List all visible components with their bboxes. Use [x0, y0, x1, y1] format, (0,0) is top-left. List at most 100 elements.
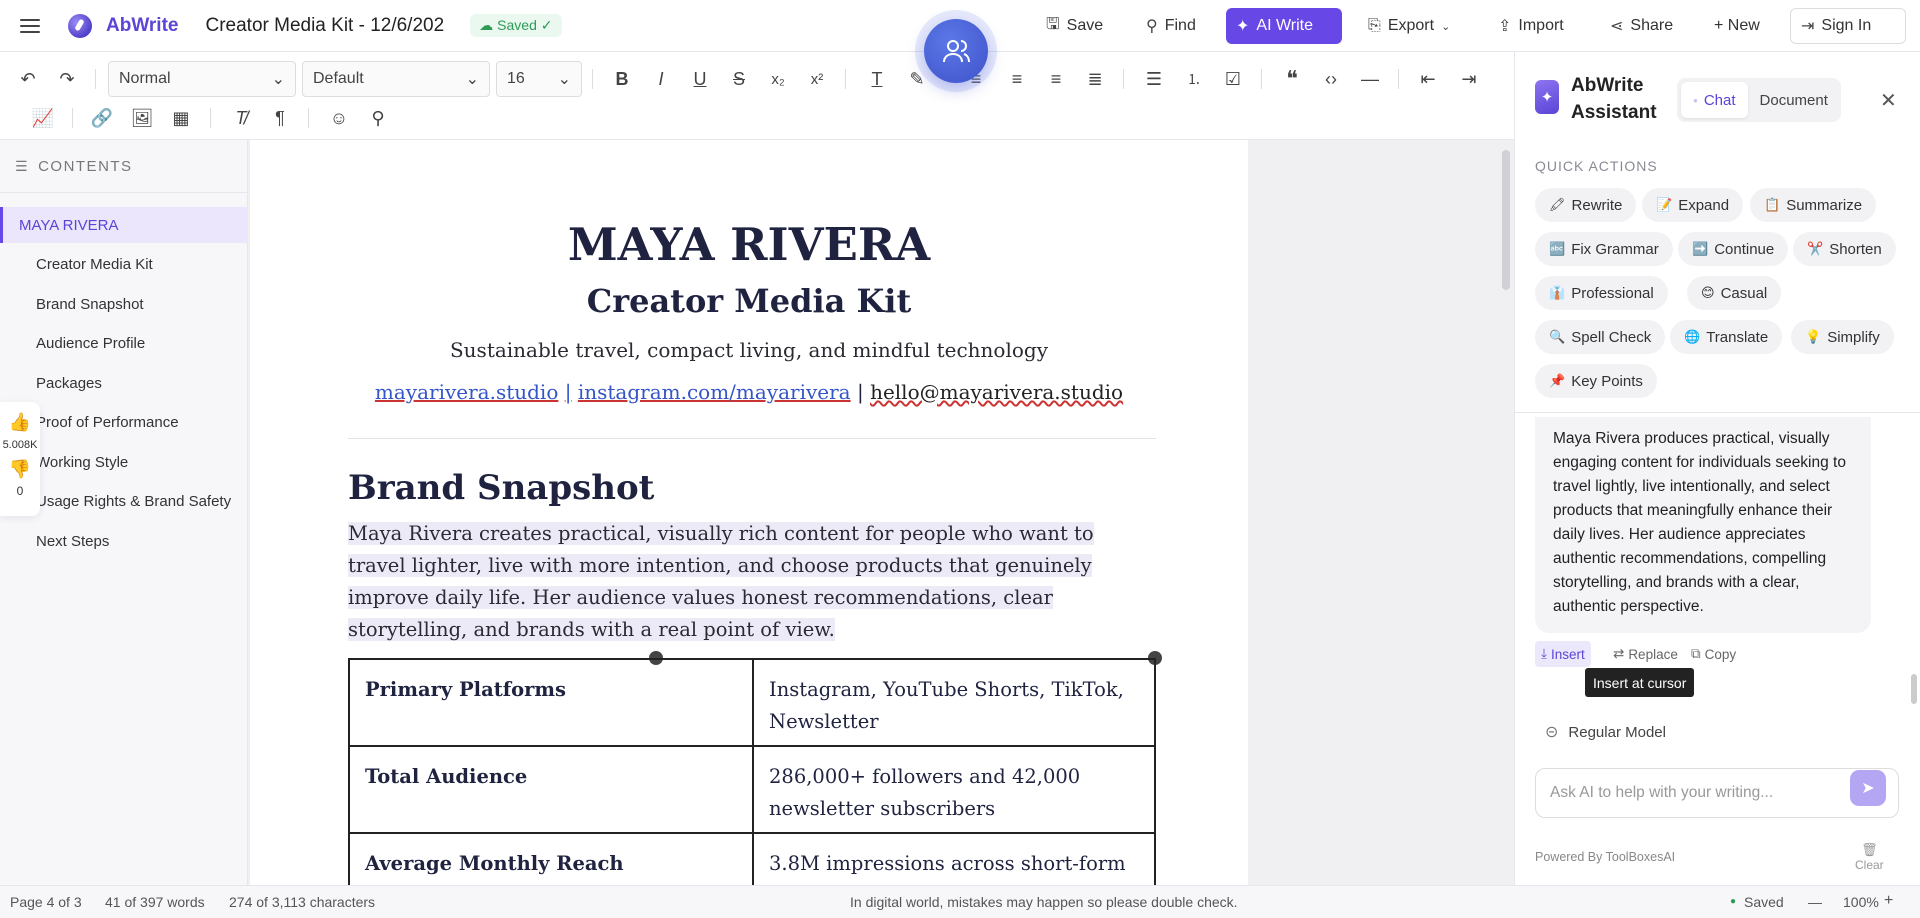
toc-item-packages[interactable]: Packages — [0, 365, 248, 401]
toc-item-audience-profile[interactable]: Audience Profile — [0, 325, 248, 361]
quick-action-professional[interactable]: 👔 Professional — [1535, 276, 1668, 310]
pilcrow-icon[interactable]: ¶ — [266, 104, 294, 132]
link-icon[interactable]: 🔗 — [88, 104, 116, 132]
toc-item-brand-snapshot[interactable]: Brand Snapshot — [0, 286, 248, 322]
clear-button[interactable]: 🗑 Clear — [1855, 842, 1884, 872]
outdent-icon[interactable]: ⇤ — [1414, 65, 1442, 93]
align-right-icon[interactable]: ≡ — [1042, 65, 1070, 93]
checklist-icon[interactable]: ☑ — [1219, 65, 1247, 93]
email-text[interactable]: hello@mayarivera.studio — [870, 380, 1123, 404]
send-button[interactable]: ➤ — [1850, 770, 1886, 806]
chart-icon[interactable]: 📈 — [29, 104, 57, 132]
quick-action-continue[interactable]: ➡️ Continue — [1678, 232, 1789, 266]
menu-icon[interactable] — [20, 18, 40, 33]
superscript-icon[interactable]: x² — [803, 65, 831, 93]
strikethrough-icon[interactable]: S — [725, 65, 753, 93]
trash-icon: 🗑 — [1861, 842, 1878, 857]
table-icon[interactable]: ▦ — [167, 104, 195, 132]
document-tagline[interactable]: Sustainable travel, compact living, and … — [250, 338, 1248, 362]
insert-button[interactable]: ⤓ Insert — [1535, 641, 1591, 667]
bold-icon[interactable]: B — [608, 65, 636, 93]
table-cell-key[interactable]: Average Monthly Reach — [348, 832, 754, 885]
quick-action-spell-check[interactable]: 🔍 Spell Check — [1535, 320, 1666, 354]
save-button[interactable]: 🖫 Save — [1036, 8, 1113, 44]
blockquote-icon[interactable]: ❝ — [1278, 65, 1306, 93]
word-count: 41 of 397 words — [105, 894, 205, 910]
table-cell-value[interactable]: Instagram, YouTube Shorts, TikTok, Newsl… — [752, 658, 1156, 747]
clear-format-icon[interactable]: T̸ — [227, 104, 255, 132]
quick-action-shorten[interactable]: ✂️ Shorten — [1793, 232, 1896, 266]
share-button[interactable]: ⋖ Share — [1600, 8, 1683, 44]
redo-icon[interactable]: ↷ — [53, 65, 81, 93]
document-heading-name[interactable]: MAYA RIVERA — [250, 218, 1248, 271]
collaborators-button[interactable] — [924, 19, 988, 83]
code-icon[interactable]: ‹› — [1317, 65, 1345, 93]
text-color-icon[interactable]: T — [863, 65, 891, 93]
close-icon[interactable]: ✕ — [1880, 88, 1897, 113]
sign-in-button[interactable]: ⇥ Sign In — [1790, 8, 1906, 44]
quick-action-casual[interactable]: 😊 Casual — [1687, 276, 1782, 310]
tab-chat[interactable]: ● Chat — [1681, 82, 1748, 118]
thumbs-down-icon[interactable]: 👎 — [9, 459, 31, 480]
toc-item-creator-media-kit[interactable]: Creator Media Kit — [0, 246, 248, 282]
smile-icon: 😊 — [1701, 285, 1715, 300]
toc-item-maya-rivera[interactable]: MAYA RIVERA — [0, 207, 248, 243]
replace-button[interactable]: ⇄ Replace — [1607, 641, 1684, 667]
assistant-scrollbar[interactable] — [1911, 674, 1917, 704]
indent-icon[interactable]: ⇥ — [1455, 65, 1483, 93]
quick-action-expand[interactable]: 📝 Expand — [1642, 188, 1744, 222]
document-heading-subtitle[interactable]: Creator Media Kit — [250, 282, 1248, 320]
quick-action-fix-grammar[interactable]: 🔤 Fix Grammar — [1535, 232, 1673, 266]
export-button[interactable]: ⎘ Export ⌄ — [1358, 8, 1460, 44]
quick-action-simplify[interactable]: 💡 Simplify — [1791, 320, 1894, 354]
quick-action-summarize[interactable]: 📋 Summarize — [1750, 188, 1877, 222]
selected-paragraph[interactable]: Maya Rivera creates practical, visually … — [348, 518, 1156, 646]
emoji-icon[interactable]: ☺ — [325, 104, 353, 132]
document-page[interactable]: MAYA RIVERA Creator Media Kit Sustainabl… — [250, 140, 1248, 885]
quick-action-translate[interactable]: 🌐 Translate — [1670, 320, 1783, 354]
zoom-out-icon[interactable]: — — [1808, 894, 1822, 910]
section-heading-brand-snapshot[interactable]: Brand Snapshot — [348, 468, 654, 508]
ask-ai-input[interactable]: Ask AI to help with your writing... — [1535, 768, 1899, 818]
table-cell-key[interactable]: Primary Platforms — [348, 658, 754, 747]
numbered-list-icon[interactable]: ⒈ — [1180, 65, 1208, 93]
italic-icon[interactable]: I — [647, 65, 675, 93]
saved-dot-icon: ● — [1730, 896, 1737, 907]
subscript-icon[interactable]: x₂ — [764, 65, 792, 93]
quick-action-rewrite[interactable]: 🖍 Rewrite — [1535, 188, 1637, 222]
instagram-link[interactable]: instagram.com/mayarivera — [578, 380, 851, 404]
toc-item-next-steps[interactable]: Next Steps — [0, 523, 248, 559]
search-icon[interactable]: ⚲ — [364, 104, 392, 132]
table-cell-value[interactable]: 286,000+ followers and 42,000 newsletter… — [752, 745, 1156, 834]
editor-scrollbar[interactable] — [1502, 150, 1510, 290]
bullet-list-icon[interactable]: ☰ — [1140, 65, 1168, 93]
table-cell-value[interactable]: 3.8M impressions across short-form video… — [752, 832, 1156, 885]
quick-action-key-points[interactable]: 📌 Key Points — [1535, 364, 1657, 398]
paragraph-style-select[interactable]: Normal ⌄ — [108, 61, 296, 97]
page-indicator: Page 4 of 3 — [10, 894, 82, 910]
align-center-icon[interactable]: ≡ — [1003, 65, 1031, 93]
import-button[interactable]: ⇪ Import — [1488, 8, 1574, 44]
image-icon[interactable]: 🖼 — [128, 104, 156, 132]
ai-write-button[interactable]: ✦ AI Write — [1226, 8, 1342, 44]
align-justify-icon[interactable]: ≣ — [1081, 65, 1109, 93]
document-title[interactable]: Creator Media Kit - 12/6/202 — [205, 15, 444, 37]
copy-button[interactable]: ⧉ Copy — [1685, 641, 1742, 667]
undo-icon[interactable]: ↶ — [14, 65, 42, 93]
table-row: Average Monthly Reach 3.8M impressions a… — [348, 832, 1156, 885]
character-count: 274 of 3,113 characters — [229, 894, 376, 910]
new-button[interactable]: + New — [1704, 8, 1770, 44]
website-link[interactable]: mayarivera.studio — [375, 380, 558, 404]
horizontal-rule-icon[interactable]: — — [1356, 65, 1384, 93]
find-button[interactable]: ⚲ Find — [1136, 8, 1206, 44]
table-row: Total Audience 286,000+ followers and 42… — [348, 745, 1156, 834]
thumbs-up-icon[interactable]: 👍 — [9, 412, 31, 433]
model-toggle[interactable]: ⊝ Regular Model — [1545, 722, 1666, 742]
highlight-icon[interactable]: ✎ — [903, 65, 931, 93]
font-family-select[interactable]: Default ⌄ — [302, 61, 490, 97]
underline-icon[interactable]: U — [686, 65, 714, 93]
tab-document[interactable]: Document — [1748, 82, 1840, 118]
font-size-select[interactable]: 16 ⌄ — [496, 61, 582, 97]
table-cell-key[interactable]: Total Audience — [348, 745, 754, 834]
zoom-in-icon[interactable]: + — [1884, 892, 1893, 910]
